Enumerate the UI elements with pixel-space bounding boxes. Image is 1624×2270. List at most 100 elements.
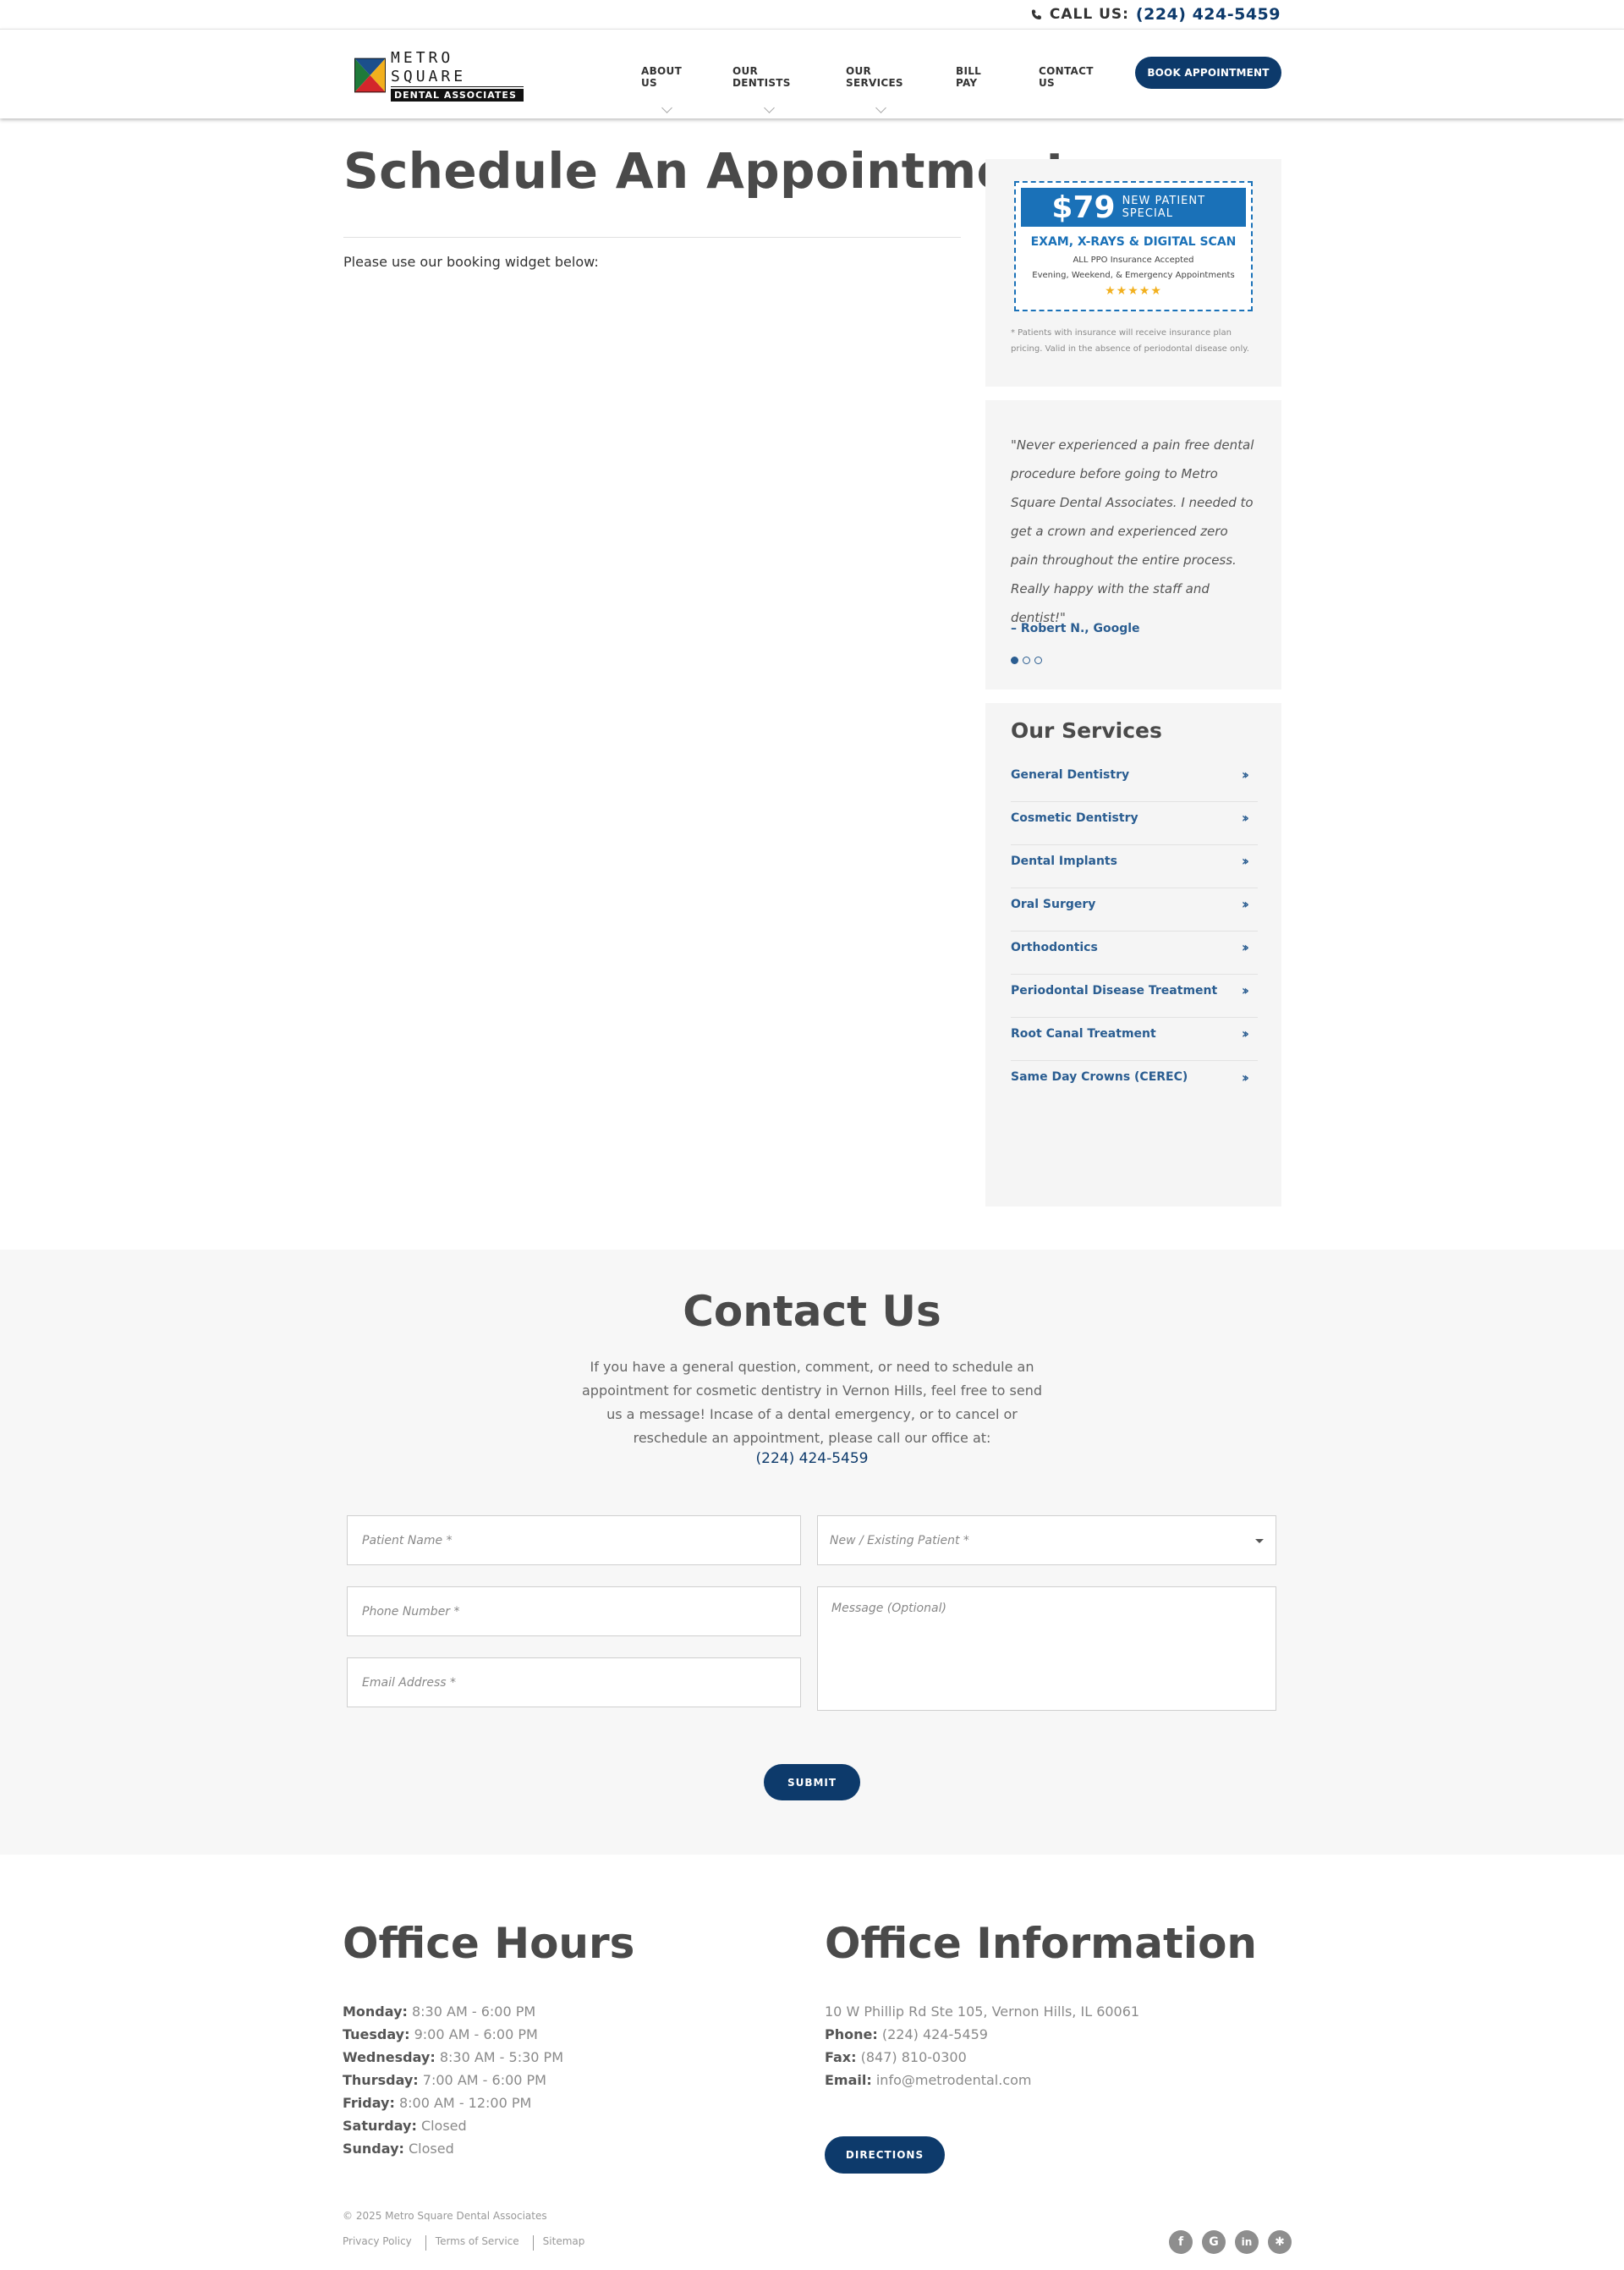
nav-about-us[interactable]: About Us [641, 65, 692, 113]
main-nav: About Us Our Dentists Our Services Bill … [641, 65, 1145, 113]
testimonial-quote: "Never experienced a pain free dental pr… [1011, 437, 1254, 625]
patient-name-field[interactable]: Patient Name * [347, 1515, 801, 1565]
yelp-icon[interactable]: ✱ [1268, 2230, 1292, 2254]
office-fax-row: Fax: (847) 810-0300 [825, 2046, 1139, 2069]
services-list: General Dentistry ›› Cosmetic Dentistry ››… [1011, 759, 1258, 1104]
linkedin-icon[interactable]: in [1235, 2230, 1259, 2254]
hours-time: 8:30 AM - 5:30 PM [439, 2049, 564, 2065]
star-rating: ★★★★★ [1105, 284, 1162, 298]
chevron-down-icon[interactable] [661, 102, 672, 113]
nav-contact-us[interactable]: Contact Us [1039, 65, 1105, 89]
hours-row: Friday: 8:00 AM - 12:00 PM [343, 2091, 563, 2114]
testimonial-author: – Robert N., Google [1011, 622, 1140, 635]
sitemap-link[interactable]: Sitemap [543, 2235, 585, 2251]
office-information-title: Office Information [825, 1919, 1258, 1968]
hours-day: Saturday: [343, 2118, 417, 2134]
office-phone[interactable]: (224) 424-5459 [882, 2026, 988, 2042]
chevron-down-icon[interactable] [764, 102, 775, 113]
divider [425, 2235, 426, 2251]
page-title: Schedule An Appointment [343, 142, 1069, 200]
hours-day: Tuesday: [343, 2026, 410, 2042]
logo-mark-icon [354, 58, 387, 93]
double-chevron-right-icon: ›› [1241, 896, 1249, 912]
double-chevron-right-icon: ›› [1241, 767, 1249, 783]
double-chevron-right-icon: ›› [1241, 1069, 1249, 1086]
promo-box: $79 NEW PATIENT SPECIAL EXAM, X-RAYS & D… [985, 159, 1281, 387]
call-label: CALL US: [1049, 6, 1129, 23]
hours-row: Thursday: 7:00 AM - 6:00 PM [343, 2069, 563, 2091]
contact-phone-link[interactable]: (224) 424-5459 [0, 1450, 1624, 1467]
hours-row: Monday: 8:30 AM - 6:00 PM [343, 2000, 563, 2023]
hours-time: 8:30 AM - 6:00 PM [411, 2003, 536, 2020]
service-label: Oral Surgery [1011, 897, 1096, 911]
hours-time: 7:00 AM - 6:00 PM [422, 2072, 546, 2088]
office-fax: (847) 810-0300 [860, 2049, 967, 2065]
service-label: Orthodontics [1011, 940, 1098, 954]
hours-day: Monday: [343, 2003, 408, 2020]
directions-button[interactable]: Directions [825, 2136, 945, 2174]
service-label: Periodontal Disease Treatment [1011, 983, 1218, 998]
promo-headline: EXAM, X-RAYS & DIGITAL SCAN [1030, 235, 1237, 249]
hours-day: Wednesday: [343, 2049, 436, 2065]
logo-subtitle: DENTAL ASSOCIATES [391, 89, 524, 102]
double-chevron-right-icon: ›› [1241, 982, 1249, 998]
promo-special: NEW PATIENT SPECIAL [1122, 195, 1206, 220]
logo-title: METRO SQUARE [391, 49, 524, 87]
chevron-down-icon[interactable] [875, 102, 886, 113]
facebook-icon[interactable]: f [1169, 2230, 1193, 2254]
promo-disclaimer: * Patients with insurance will receive i… [1011, 328, 1249, 354]
contact-description: If you have a general question, comment,… [582, 1359, 1042, 1446]
privacy-policy-link[interactable]: Privacy Policy [343, 2235, 412, 2251]
nav-our-services-label: Our Services [846, 65, 903, 89]
nav-about-us-label: About Us [641, 65, 683, 89]
hours-day: Thursday: [343, 2072, 419, 2088]
contact-section: Contact Us If you have a general questio… [0, 1250, 1624, 1855]
nav-contact-us-label: Contact Us [1039, 65, 1094, 89]
office-email[interactable]: info@metrodental.com [876, 2072, 1032, 2088]
nav-our-services[interactable]: Our Services [846, 65, 915, 113]
service-label: Cosmetic Dentistry [1011, 811, 1138, 825]
office-hours-list: Monday: 8:30 AM - 6:00 PM Tuesday: 9:00 … [343, 2000, 563, 2160]
hours-time: Closed [408, 2141, 454, 2157]
testimonial-box: "Never experienced a pain free dental pr… [985, 400, 1281, 690]
divider [532, 2235, 534, 2251]
carousel-dot[interactable] [1023, 657, 1030, 664]
office-phone-row: Phone: (224) 424-5459 [825, 2023, 1139, 2046]
promo-hours: Evening, Weekend, & Emergency Appointmen… [1032, 271, 1235, 280]
nav-bill-pay[interactable]: Bill Pay [956, 65, 998, 89]
email-label: Email: [825, 2072, 872, 2088]
promo-price: $79 [1051, 190, 1116, 225]
carousel-dot[interactable] [1034, 657, 1042, 664]
submit-button[interactable]: Submit [764, 1764, 860, 1800]
caret-down-icon [1255, 1539, 1264, 1543]
email-address-field[interactable]: Email Address * [347, 1657, 801, 1707]
phone-number-field[interactable]: Phone Number * [347, 1586, 801, 1636]
legal-links: Privacy Policy Terms of Service Sitemap [343, 2235, 584, 2251]
hours-row: Sunday: Closed [343, 2137, 563, 2160]
hours-row: Tuesday: 9:00 AM - 6:00 PM [343, 2023, 563, 2046]
hours-day: Friday: [343, 2095, 395, 2111]
message-textarea[interactable]: Message (Optional) [817, 1586, 1276, 1711]
hours-time: Closed [420, 2118, 467, 2134]
call-phone-link[interactable]: (224) 424-5459 [1136, 5, 1281, 24]
services-title: Our Services [1011, 718, 1162, 743]
patient-type-select[interactable]: New / Existing Patient * [817, 1515, 1276, 1565]
logo[interactable]: METRO SQUARE DENTAL ASSOCIATES [354, 49, 524, 102]
double-chevron-right-icon: ›› [1241, 1025, 1249, 1042]
service-link-same-day-crowns[interactable]: Same Day Crowns (CEREC) ›› [1011, 1050, 1258, 1104]
promo-insurance: ALL PPO Insurance Accepted [1073, 256, 1194, 265]
utility-bar: CALL US: (224) 424-5459 [0, 0, 1624, 29]
service-label: Same Day Crowns (CEREC) [1011, 1070, 1188, 1084]
nav-our-dentists[interactable]: Our Dentists [732, 65, 805, 113]
google-icon[interactable]: G [1202, 2230, 1226, 2254]
hours-time: 8:00 AM - 12:00 PM [398, 2095, 532, 2111]
terms-of-service-link[interactable]: Terms of Service [436, 2235, 519, 2251]
office-email-row: Email: info@metrodental.com [825, 2069, 1139, 2091]
office-address: 10 W Phillip Rd Ste 105, Vernon Hills, I… [825, 2003, 1140, 2020]
carousel-dot[interactable] [1011, 657, 1018, 664]
title-divider [343, 237, 961, 238]
new-patient-special-card[interactable]: $79 NEW PATIENT SPECIAL EXAM, X-RAYS & D… [1014, 181, 1253, 311]
double-chevron-right-icon: ›› [1241, 939, 1249, 955]
call-us[interactable]: CALL US: (224) 424-5459 [1030, 5, 1281, 24]
book-appointment-button[interactable]: Book Appointment [1135, 57, 1281, 89]
